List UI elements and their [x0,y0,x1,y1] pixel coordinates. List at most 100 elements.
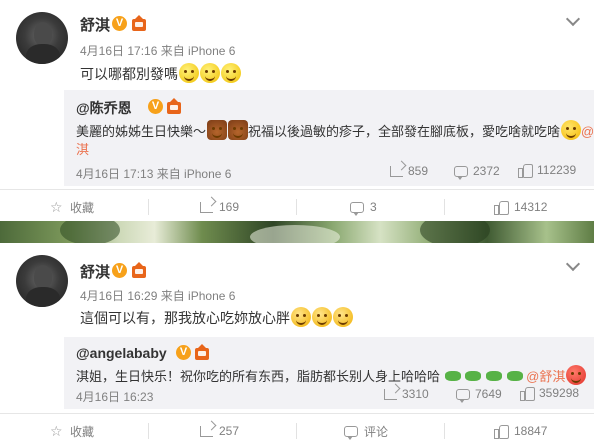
weibo-post-1: 舒淇 V 4月16日 17:16 来自 iPhone 6 可以哪都別發嗎 @陈乔… [0,0,594,221]
crying-emoji-icon [179,63,199,83]
repost-like-count[interactable]: 112239 [518,163,577,178]
member-crown-icon [132,15,146,31]
divider [444,199,445,215]
share-count: 3310 [402,387,429,401]
like-icon [494,200,509,215]
comment-button[interactable]: 3 [350,190,377,224]
repost-text-part: 祝福以後過敏的疹子，全部發在腳底板，愛吃啥就吃啥 [248,124,561,139]
green-emoji-icon [485,371,502,381]
mention-link[interactable]: @舒淇 [526,369,565,384]
green-emoji-icon [506,371,523,381]
divider [296,423,297,439]
covering-mouth-emoji-icon [312,307,332,327]
repost-username[interactable]: @angelababy [76,345,167,361]
star-icon: ☆ [50,199,63,215]
comment-count: 2372 [473,164,500,178]
post-text: 可以哪都別發嗎 [80,63,241,84]
divider [148,423,149,439]
reposted-content[interactable]: @陈乔恩 V 美麗的姊姊生日快樂～ 祝福以後過敏的疹子，全部發在腳底板，愛吃啥就吃… [64,90,594,186]
verified-badge-icon: V [176,345,191,360]
mention-link[interactable]: @舒 [581,124,594,139]
repost-count: 257 [219,424,240,438]
share-icon [390,165,403,177]
repost-button[interactable]: 169 [200,190,239,224]
user-avatar[interactable] [16,255,68,307]
share-icon [200,201,213,213]
repost-username[interactable]: @陈乔恩 [76,98,132,118]
star-icon: ☆ [50,423,63,439]
repost-count: 169 [219,200,240,214]
repost-text-part: 淇姐，生日快乐！祝你吃的所有东西，脂肪都长别人身上哈哈哈 [76,369,441,384]
share-count: 859 [408,164,429,178]
repost-share-count[interactable]: 859 [390,164,428,178]
heart-eyes-emoji-icon [566,365,587,385]
divider [444,423,445,439]
divider [148,199,149,215]
like-count: 359298 [539,386,580,400]
green-emoji-icon [465,371,482,381]
post-text-content: 這個可以有，那我放心吃妳放心胖 [80,310,290,326]
repost-like-count[interactable]: 359298 [520,386,580,401]
post-actions: ☆ 收藏 169 3 14312 [0,189,594,223]
background-photo-strip [0,221,594,243]
like-count: 112239 [537,163,577,177]
verified-badge-icon: V [112,16,127,31]
crying-emoji-icon [221,63,241,83]
repost-comment-count[interactable]: 2372 [454,164,500,180]
member-crown-icon [167,98,181,114]
comment-icon [350,201,364,216]
favorite-label: 收藏 [70,424,95,439]
green-emoji-icon [444,371,461,381]
cake-emoji-icon [228,120,249,140]
repost-button[interactable]: 257 [200,414,239,448]
like-button[interactable]: 18847 [494,414,547,448]
post-text: 這個可以有，那我放心吃妳放心胖 [80,307,353,328]
favorite-button[interactable]: ☆ 收藏 [50,190,94,224]
repost-text: 淇姐，生日快乐！祝你吃的所有东西，脂肪都长别人身上哈哈哈 @舒淇 [76,365,587,386]
member-crown-icon [195,344,209,360]
like-icon [494,424,509,439]
comment-icon [344,425,358,440]
member-crown-icon [132,262,146,278]
covering-mouth-emoji-icon [291,307,311,327]
comment-label: 评论 [364,424,389,439]
chevron-down-icon[interactable] [565,11,581,27]
like-icon [520,386,535,401]
mention-link[interactable]: 淇 [76,142,89,157]
divider [296,199,297,215]
comment-icon [456,388,470,403]
repost-time[interactable]: 4月16日 17:13 来自 iPhone 6 [76,165,231,182]
verified-badge-icon: V [112,263,127,278]
repost-comment-count[interactable]: 7649 [456,387,502,403]
like-count: 18847 [514,424,548,438]
repost-text: 美麗的姊姊生日快樂～ 祝福以後過敏的疹子，全部發在腳底板，愛吃啥就吃啥 @舒 [76,120,594,141]
favorite-label: 收藏 [70,200,95,215]
cake-emoji-icon [207,120,228,140]
grin-emoji-icon [561,120,582,140]
repost-share-count[interactable]: 3310 [384,387,429,401]
post-text-content: 可以哪都別發嗎 [80,66,178,82]
comment-count: 7649 [475,387,502,401]
repost-text-part: 美麗的姊姊生日快樂～ [76,124,207,139]
like-button[interactable]: 14312 [494,190,547,224]
crying-emoji-icon [200,63,220,83]
comment-icon [454,165,468,180]
like-icon [518,163,533,178]
post-meta[interactable]: 4月16日 16:29 来自 iPhone 6 [80,287,235,304]
chevron-down-icon[interactable] [565,256,581,272]
comment-count: 3 [370,200,377,214]
username[interactable]: 舒淇 [80,261,110,282]
reposted-content[interactable]: @angelababy V 淇姐，生日快乐！祝你吃的所有东西，脂肪都长别人身上哈… [64,337,594,409]
share-icon [200,425,213,437]
username[interactable]: 舒淇 [80,14,110,35]
post-meta[interactable]: 4月16日 17:16 来自 iPhone 6 [80,42,235,59]
covering-mouth-emoji-icon [333,307,353,327]
comment-button[interactable]: 评论 [344,414,388,448]
share-icon [384,388,397,400]
weibo-post-2: 舒淇 V 4月16日 16:29 来自 iPhone 6 這個可以有，那我放心吃… [0,243,594,448]
verified-badge-icon: V [148,99,163,114]
repost-time[interactable]: 4月16日 16:23 [76,388,153,405]
user-avatar[interactable] [16,12,68,64]
post-actions: ☆ 收藏 257 评论 18847 [0,413,594,447]
favorite-button[interactable]: ☆ 收藏 [50,414,94,448]
